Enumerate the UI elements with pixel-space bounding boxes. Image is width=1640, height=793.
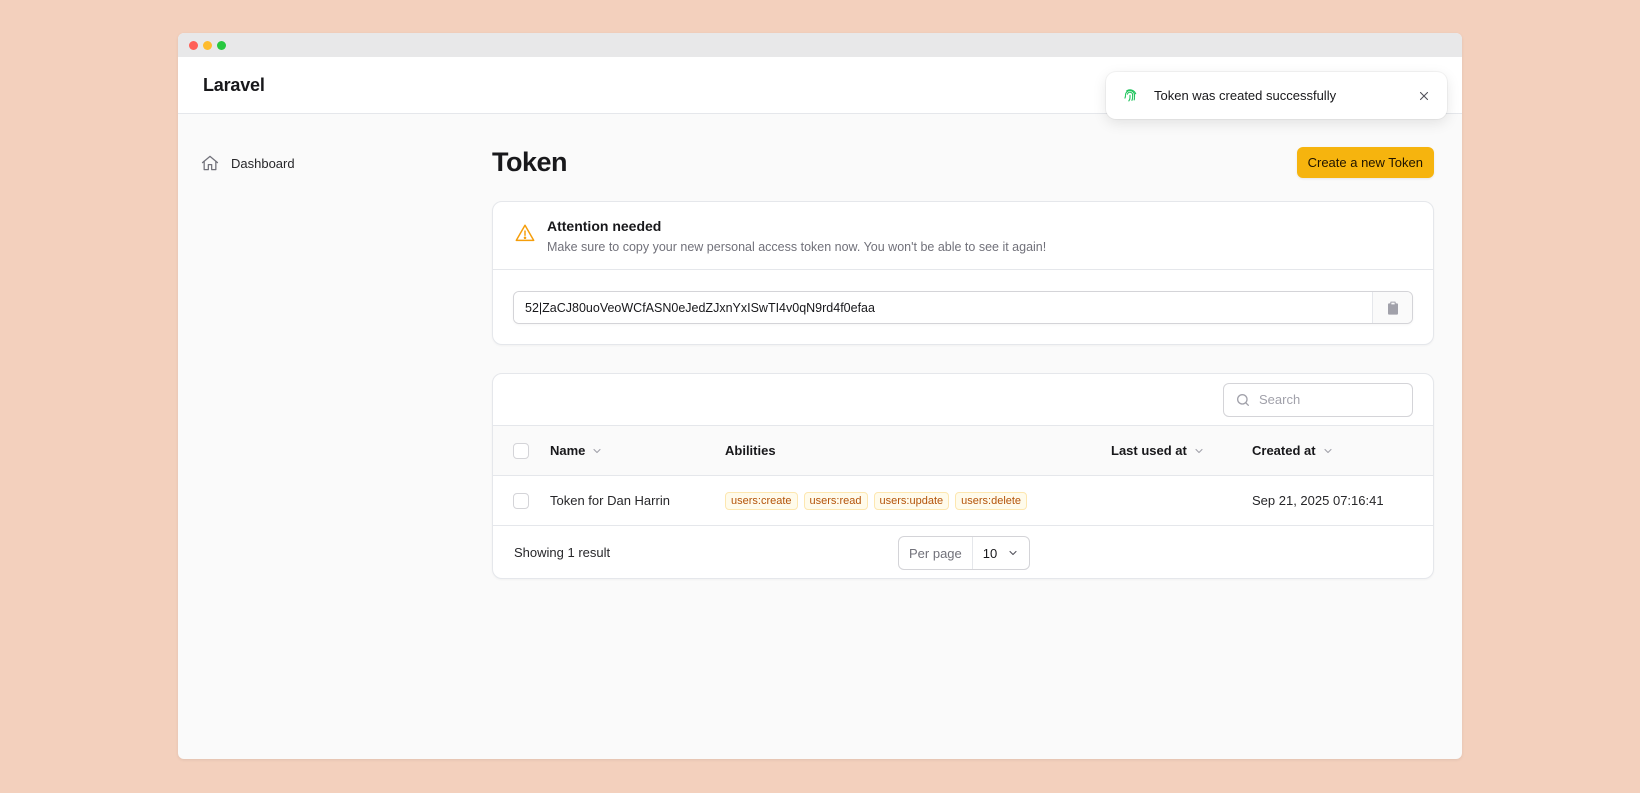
page-title: Token — [492, 146, 568, 177]
search-input[interactable] — [1259, 392, 1399, 407]
sidebar: Dashboard — [200, 149, 460, 177]
tokens-table-card: Name Abilities Last used at Created at T… — [492, 373, 1434, 579]
token-name-cell: Token for Dan Harrin — [550, 493, 670, 508]
main-content: Token Create a new Token Attention neede… — [492, 139, 1434, 579]
title-bar — [178, 33, 1462, 57]
ability-badge: users:create — [725, 491, 798, 510]
results-count: Showing 1 result — [514, 544, 611, 560]
ability-badge: users:read — [803, 491, 868, 510]
chevron-down-icon — [593, 448, 601, 453]
column-header-created[interactable]: Created at — [1252, 443, 1433, 458]
close-window-dot[interactable] — [189, 40, 198, 50]
warning-icon — [515, 224, 535, 242]
created-cell: Sep 21, 2025 07:16:41 — [1252, 493, 1384, 508]
copy-token-button[interactable] — [1372, 292, 1412, 323]
table-footer: Showing 1 result Per page 10 — [493, 526, 1433, 578]
close-toast-button[interactable] — [1409, 81, 1439, 111]
chevron-down-icon — [1009, 550, 1017, 556]
column-header-abilities-label: Abilities — [725, 443, 776, 458]
minimize-window-dot[interactable] — [203, 40, 212, 50]
table-header: Name Abilities Last used at Created at — [493, 426, 1433, 476]
table-toolbar — [493, 374, 1433, 426]
per-page-value: 10 — [982, 545, 998, 561]
brand-logo[interactable]: Laravel — [203, 75, 265, 96]
toast-message: Token was created successfully — [1154, 88, 1337, 103]
fingerprint-icon — [1124, 88, 1137, 101]
column-header-last-used[interactable]: Last used at — [1111, 443, 1252, 458]
attention-card: Attention needed Make sure to copy your … — [492, 201, 1434, 345]
attention-body — [493, 270, 1433, 344]
sidebar-item-dashboard[interactable]: Dashboard — [200, 149, 460, 177]
column-header-created-label: Created at — [1252, 443, 1316, 458]
column-header-last-used-label: Last used at — [1111, 443, 1187, 458]
table-row[interactable]: Token for Dan Harrin users:create users:… — [493, 476, 1433, 526]
search-icon — [1237, 393, 1249, 406]
attention-description: Make sure to copy your new personal acce… — [547, 240, 1047, 254]
ability-badge: users:delete — [955, 491, 1028, 510]
attention-title: Attention needed — [547, 218, 662, 234]
chevron-down-icon — [1324, 448, 1332, 453]
close-icon — [1419, 91, 1429, 100]
browser-window: Laravel Dashboard Token Create a new Tok… — [178, 33, 1462, 759]
sidebar-item-label: Dashboard — [231, 155, 295, 171]
abilities-cell: users:create users:read users:update use… — [725, 491, 1111, 510]
column-header-abilities: Abilities — [725, 443, 1111, 458]
search-box[interactable] — [1223, 382, 1413, 417]
per-page-select[interactable]: 10 — [973, 537, 1029, 569]
chevron-down-icon — [1195, 448, 1203, 453]
attention-header: Attention needed Make sure to copy your … — [493, 202, 1433, 270]
select-all-checkbox[interactable] — [513, 442, 529, 459]
create-token-button[interactable]: Create a new Token — [1296, 146, 1434, 178]
ability-badge: users:update — [873, 491, 950, 510]
maximize-window-dot[interactable] — [217, 40, 226, 50]
per-page-control: Per page 10 — [898, 536, 1031, 570]
per-page-label: Per page — [899, 537, 973, 569]
success-toast: Token was created successfully — [1106, 72, 1447, 119]
column-header-name[interactable]: Name — [550, 443, 725, 458]
row-checkbox[interactable] — [513, 492, 529, 509]
home-icon — [201, 155, 219, 171]
clipboard-icon — [1387, 301, 1398, 315]
token-field — [513, 291, 1413, 324]
page-header: Token Create a new Token — [492, 139, 1434, 185]
token-input[interactable] — [514, 292, 1372, 323]
column-header-name-label: Name — [550, 443, 586, 458]
